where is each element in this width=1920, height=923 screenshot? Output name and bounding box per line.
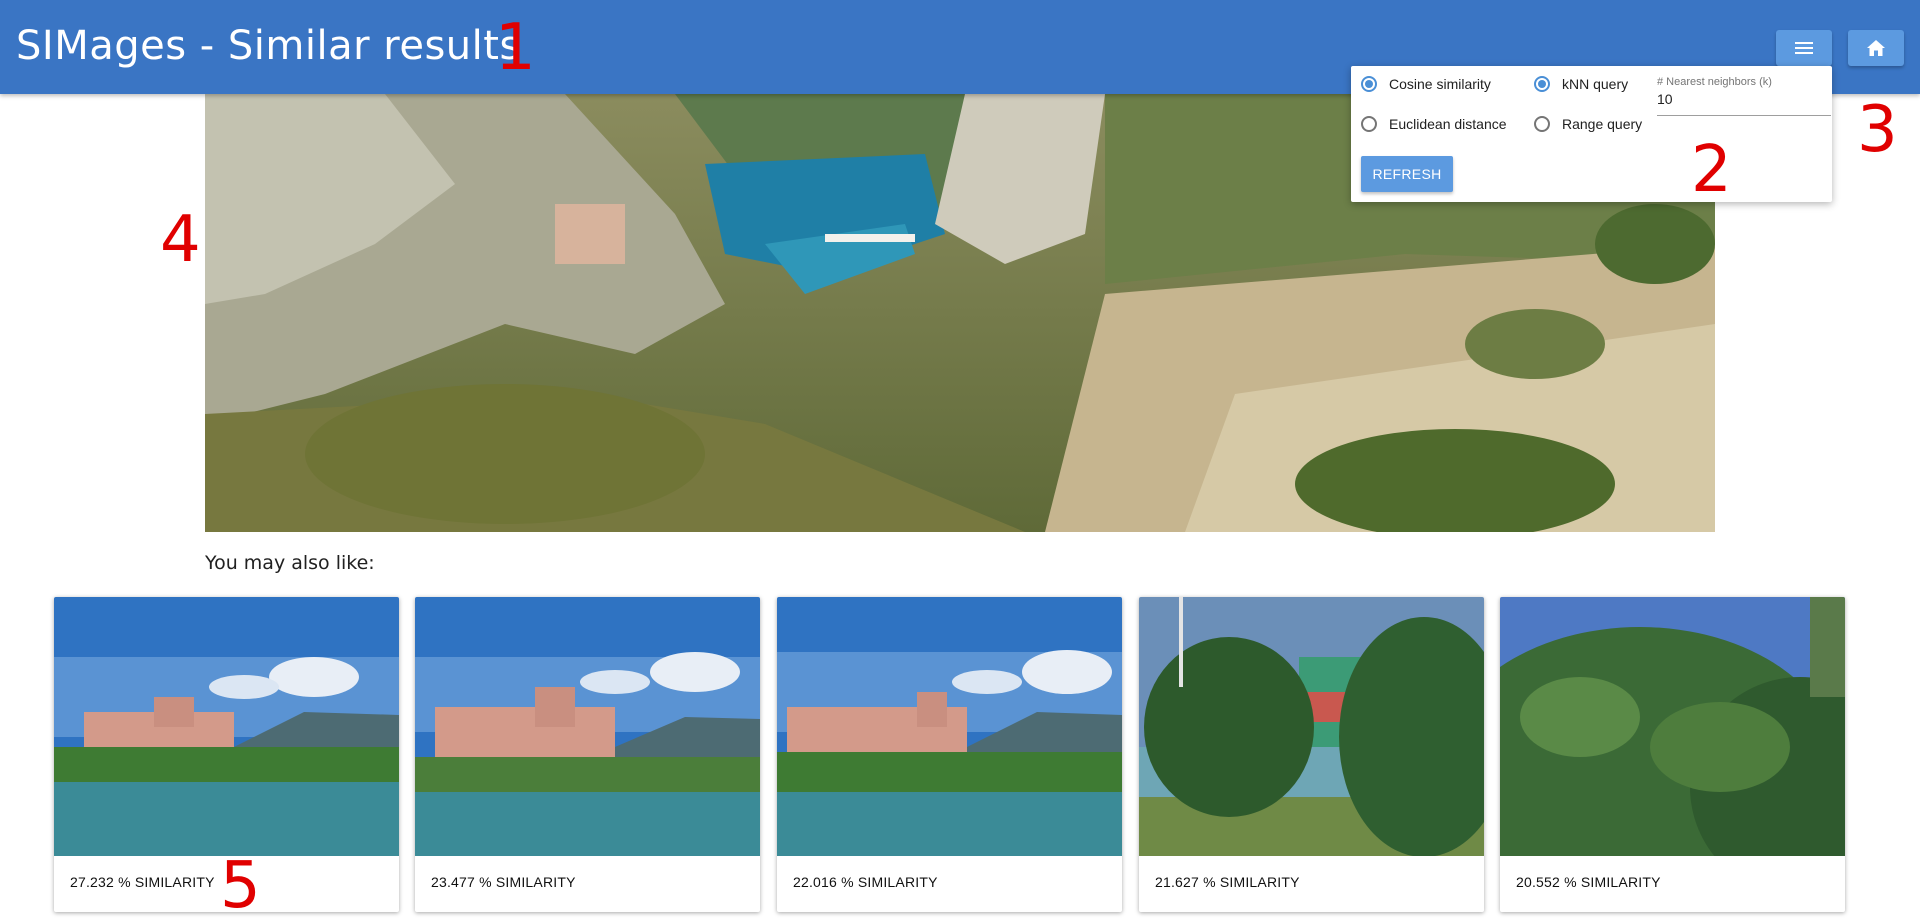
menu-button[interactable] (1776, 30, 1832, 66)
range-query-label: Range query (1562, 116, 1643, 132)
result-card[interactable]: 20.552 % SIMILARITY (1500, 597, 1845, 912)
annotation-4: 4 (160, 203, 201, 277)
result-image (1139, 597, 1484, 857)
result-image (777, 597, 1122, 856)
result-card[interactable]: 23.477 % SIMILARITY (415, 597, 760, 912)
knn-query-label: kNN query (1562, 76, 1629, 92)
radio-checked-icon (1361, 76, 1377, 92)
annotation-2: 2 (1691, 133, 1732, 207)
result-card[interactable]: 22.016 % SIMILARITY (777, 597, 1122, 912)
menu-icon (1795, 42, 1813, 54)
result-image (54, 597, 399, 856)
knn-query-option[interactable]: kNN query (1534, 76, 1628, 92)
radio-unchecked-icon (1534, 116, 1550, 132)
nearest-neighbors-field: # Nearest neighbors (k) (1657, 76, 1832, 116)
radio-unchecked-icon (1361, 116, 1377, 132)
radio-checked-icon (1534, 76, 1550, 92)
nearest-neighbors-input[interactable] (1657, 88, 1831, 116)
app-title: SIMages - Similar results (16, 23, 521, 69)
cosine-similarity-option[interactable]: Cosine similarity (1361, 76, 1491, 92)
similarity-caption: 21.627 % SIMILARITY (1155, 874, 1300, 890)
range-query-option[interactable]: Range query (1534, 116, 1642, 132)
search-settings-panel: Cosine similarity Euclidean distance kNN… (1351, 66, 1832, 202)
annotation-5: 5 (220, 849, 261, 923)
similarity-caption: 20.552 % SIMILARITY (1516, 874, 1661, 890)
section-heading: You may also like: (205, 552, 375, 574)
euclidean-distance-label: Euclidean distance (1389, 116, 1507, 132)
similarity-caption: 27.232 % SIMILARITY (70, 874, 215, 890)
nearest-neighbors-label: # Nearest neighbors (k) (1657, 76, 1772, 88)
cosine-similarity-label: Cosine similarity (1389, 76, 1491, 92)
annotation-3: 3 (1857, 93, 1898, 167)
similarity-caption: 23.477 % SIMILARITY (431, 874, 576, 890)
home-icon (1867, 40, 1885, 56)
annotation-1: 1 (495, 11, 536, 85)
result-image (415, 597, 760, 856)
euclidean-distance-option[interactable]: Euclidean distance (1361, 116, 1507, 132)
similarity-caption: 22.016 % SIMILARITY (793, 874, 938, 890)
result-image (1500, 597, 1845, 907)
result-card[interactable]: 21.627 % SIMILARITY (1139, 597, 1484, 912)
refresh-button[interactable]: REFRESH (1361, 156, 1453, 192)
home-button[interactable] (1848, 30, 1904, 66)
